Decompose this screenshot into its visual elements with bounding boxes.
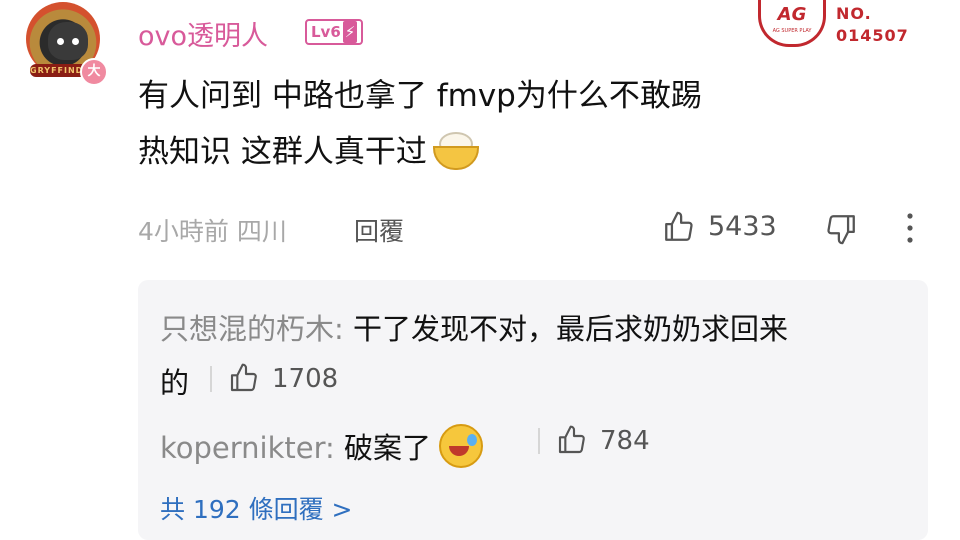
medal-no-label: NO. — [836, 4, 872, 23]
view-all-replies-link[interactable]: 共 192 條回覆 > — [160, 490, 353, 526]
like-count: 5433 — [708, 211, 777, 242]
reply-1-thumbs-up-icon[interactable] — [228, 362, 260, 394]
comment-meta: 4小時前 四川 — [138, 217, 287, 246]
avatar-badge: 大 — [80, 58, 108, 86]
avatar[interactable]: GRYFFINDOR 大 — [20, 0, 108, 88]
reply-1-like-count: 1708 — [272, 364, 339, 394]
thumbs-down-icon[interactable] — [824, 212, 858, 246]
reply-1-text: 干了发现不对，最后求奶奶求回来 — [353, 312, 789, 346]
level-badge: Lv6 ⚡ — [305, 19, 364, 45]
medal-no-value: 014507 — [836, 26, 909, 45]
medal-logo-text: AG — [777, 4, 807, 25]
reply-1-author[interactable]: 只想混的朽木: — [160, 312, 353, 346]
reply-button[interactable]: 回覆 — [354, 212, 404, 248]
bowl-emoji-icon — [431, 132, 479, 170]
reply-1-text-cont: 的 — [160, 366, 190, 400]
comment-text-line2-text: 热知识 这群人真干过 — [138, 134, 427, 170]
reply-2-author[interactable]: kopernikter: — [160, 431, 344, 465]
reply-2-thumbs-up-icon[interactable] — [556, 424, 588, 456]
reply-2-text: 破案了 — [344, 431, 432, 465]
more-options-icon[interactable] — [900, 208, 920, 248]
avatar-eye — [72, 38, 79, 45]
level-text: Lv6 — [311, 23, 341, 41]
thumbs-up-icon[interactable] — [662, 210, 696, 244]
reply-1-line2: 的 — [160, 360, 189, 402]
avatar-eye — [57, 38, 64, 45]
username[interactable]: ovo透明人 — [138, 14, 268, 53]
comment-text-line1: 有人问到 中路也拿了 fmvp为什么不敢踢 — [138, 78, 702, 114]
reply-1-divider — [210, 366, 212, 392]
reply-2-line: kopernikter: 破案了 — [160, 422, 484, 468]
lightning-icon: ⚡ — [342, 21, 358, 43]
comment-text-line2: 热知识 这群人真干过 — [138, 126, 479, 171]
reply-1-line1: 只想混的朽木: 干了发现不对，最后求奶奶求回来 — [160, 306, 788, 348]
avatar-face — [48, 22, 88, 60]
reply-2-like-count: 784 — [600, 426, 650, 456]
fan-medal: AG AG SUPER PLAY — [758, 0, 826, 47]
reply-2-divider — [538, 428, 540, 454]
laugh-cry-emoji-icon — [437, 422, 484, 468]
medal-logo-subtext: AG SUPER PLAY — [772, 28, 812, 34]
